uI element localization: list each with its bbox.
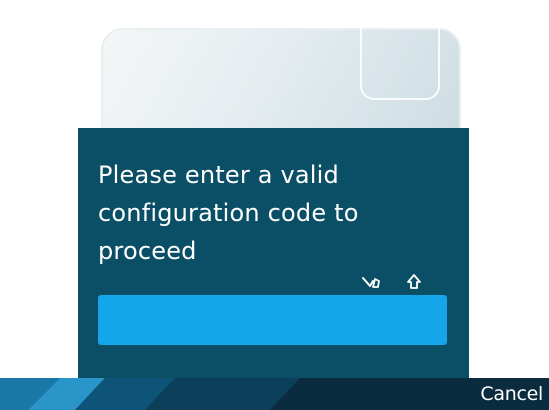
configuration-code-input[interactable] bbox=[98, 295, 447, 345]
input-mode-indicators bbox=[362, 270, 424, 294]
background-card-slot bbox=[360, 28, 440, 100]
predictive-text-icon bbox=[362, 272, 382, 292]
shift-icon bbox=[404, 272, 424, 292]
query-dialog: Please enter a valid configuration code … bbox=[78, 128, 469, 378]
cancel-softkey[interactable]: Cancel bbox=[480, 378, 543, 410]
dialog-prompt: Please enter a valid configuration code … bbox=[98, 161, 359, 265]
softkey-bar-decoration bbox=[0, 378, 549, 410]
screen: Please enter a valid configuration code … bbox=[0, 0, 549, 410]
softkey-bar: Cancel bbox=[0, 378, 549, 410]
